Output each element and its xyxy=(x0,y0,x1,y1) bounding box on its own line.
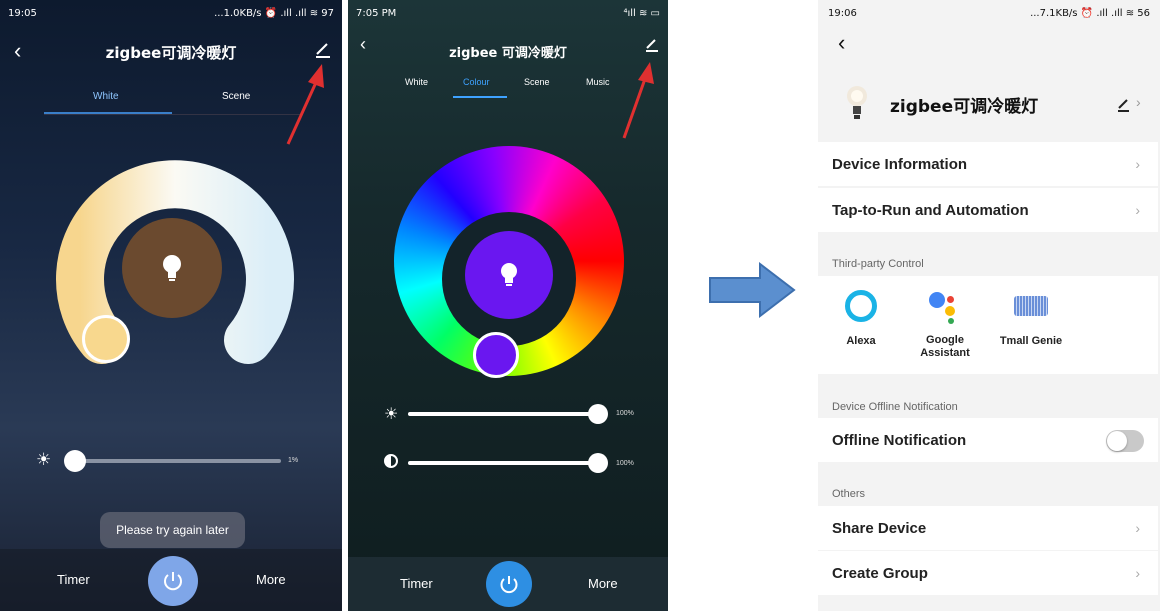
status-icons: ⁴ıll ≋ ▭ xyxy=(623,7,660,19)
device-name: zigbee可调冷暖灯 xyxy=(890,97,1039,117)
active-tab-underline xyxy=(453,96,507,98)
third-party-alexa[interactable]: Alexa xyxy=(834,290,888,360)
contrast-track[interactable] xyxy=(408,461,598,465)
status-time: 19:06 xyxy=(828,7,857,19)
back-icon[interactable]: ‹ xyxy=(838,30,845,56)
chevron-right-icon: › xyxy=(1135,202,1140,218)
status-time: 19:05 xyxy=(8,7,37,19)
flow-arrow xyxy=(709,262,796,318)
status-bar: 19:06 ...7.1KB/s ⏰ .ıll .ıll ≋ 56 xyxy=(818,0,1160,26)
brightness-icon: ☀ xyxy=(36,450,52,469)
edit-icon[interactable] xyxy=(1116,96,1132,112)
status-time: 7:05 PM xyxy=(356,7,397,19)
light-preview xyxy=(465,231,553,319)
section-offline: Device Offline Notification xyxy=(832,401,958,413)
light-preview xyxy=(122,218,222,318)
timer-button[interactable]: Timer xyxy=(400,576,433,591)
row-share-device[interactable]: Share Device › xyxy=(818,506,1158,550)
timer-button[interactable]: Timer xyxy=(57,572,90,587)
tab-scene[interactable]: Scene xyxy=(222,91,250,102)
section-others: Others xyxy=(832,488,866,500)
more-button[interactable]: More xyxy=(256,572,286,587)
chevron-right-icon: › xyxy=(1136,94,1141,110)
brightness-track[interactable] xyxy=(408,412,598,416)
bulb-icon xyxy=(501,263,517,286)
status-icons: ...7.1KB/s ⏰ .ıll .ıll ≋ 56 xyxy=(1030,7,1150,19)
contrast-handle[interactable] xyxy=(588,453,608,473)
row-tap-to-run[interactable]: Tap-to-Run and Automation › xyxy=(818,188,1158,232)
third-party-tmall-genie[interactable]: Tmall Genie xyxy=(998,290,1064,360)
contrast-icon xyxy=(384,454,398,468)
row-create-group[interactable]: Create Group › xyxy=(818,551,1158,595)
brightness-icon: ☀ xyxy=(384,406,399,423)
tab-colour[interactable]: Colour xyxy=(463,77,490,87)
tab-white[interactable]: White xyxy=(93,91,119,102)
edit-icon[interactable] xyxy=(314,40,332,58)
status-icons: ...1.0KB/s ⏰ .ıll .ıll ≋ 97 xyxy=(214,7,334,19)
third-party-google-assistant[interactable]: Google Assistant xyxy=(912,290,978,370)
google-assistant-icon xyxy=(927,290,963,324)
bulb-icon xyxy=(847,86,867,119)
temperature-handle[interactable] xyxy=(82,315,130,363)
brightness-track[interactable] xyxy=(66,459,281,463)
tab-music[interactable]: Music xyxy=(586,77,610,87)
chevron-right-icon: › xyxy=(1135,565,1140,581)
annotation-arrow xyxy=(622,62,654,139)
power-button[interactable] xyxy=(148,556,198,606)
status-bar: 7:05 PM ⁴ıll ≋ ▭ xyxy=(348,0,668,26)
power-icon xyxy=(164,572,182,591)
section-third-party: Third-party Control xyxy=(832,258,924,270)
chevron-right-icon: › xyxy=(1135,520,1140,536)
power-button[interactable] xyxy=(486,561,532,607)
device-header[interactable]: zigbee可调冷暖灯 › xyxy=(818,76,1158,136)
status-bar: 19:05 ...1.0KB/s ⏰ .ıll .ıll ≋ 97 xyxy=(0,0,342,26)
toggle-knob xyxy=(1107,431,1127,451)
tab-white[interactable]: White xyxy=(405,77,428,87)
offline-notification-toggle[interactable] xyxy=(1106,430,1144,452)
brightness-percent: 1% xyxy=(288,457,299,464)
annotation-arrow xyxy=(286,64,324,145)
brightness-handle[interactable] xyxy=(588,404,608,424)
alexa-icon xyxy=(845,290,877,322)
row-device-information[interactable]: Device Information › xyxy=(818,142,1158,186)
tab-scene[interactable]: Scene xyxy=(524,77,550,87)
more-button[interactable]: More xyxy=(588,576,618,591)
tmall-genie-icon xyxy=(1014,296,1048,316)
bulb-icon xyxy=(163,255,181,281)
brightness-percent: 100% xyxy=(616,410,634,417)
brightness-handle[interactable] xyxy=(64,450,86,472)
power-icon xyxy=(500,576,518,594)
chevron-right-icon: › xyxy=(1135,156,1140,172)
colour-handle[interactable] xyxy=(473,332,519,378)
toast-message: Please try again later xyxy=(100,512,245,548)
tabs-divider xyxy=(44,114,300,115)
edit-icon[interactable] xyxy=(644,36,660,52)
contrast-percent: 100% xyxy=(616,460,634,467)
